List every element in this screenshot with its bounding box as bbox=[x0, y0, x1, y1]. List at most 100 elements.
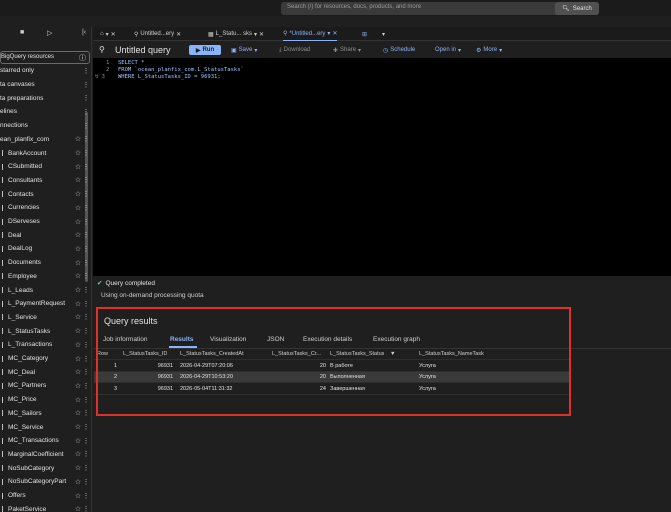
download-button[interactable]: ⤓ Download bbox=[279, 45, 310, 55]
home-tab[interactable]: ⌂ ▾ ✕ bbox=[100, 27, 116, 41]
star-icon[interactable]: ☆ bbox=[74, 478, 82, 486]
sidebar-item[interactable]: L_PaymentRequest ☆ ⋮ bbox=[0, 297, 90, 311]
sidebar-item[interactable]: MC_Category ☆ ⋮ bbox=[0, 352, 90, 366]
star-icon[interactable]: ☆ bbox=[74, 492, 82, 500]
sidebar-item[interactable]: Consultants ☆ ⋮ bbox=[0, 174, 90, 188]
star-icon[interactable]: ☆ bbox=[74, 300, 82, 308]
run-button[interactable]: ▶ Run bbox=[189, 45, 221, 55]
star-icon[interactable]: ☆ bbox=[74, 327, 82, 335]
more-vert-icon[interactable]: ⋮ bbox=[82, 409, 90, 417]
star-icon[interactable]: ☆ bbox=[74, 450, 82, 458]
more-vert-icon[interactable]: ⋮ bbox=[82, 122, 90, 130]
search-button[interactable]: 🔍︎ Search bbox=[555, 2, 599, 15]
more-vert-icon[interactable]: ⋮ bbox=[82, 81, 90, 89]
sidebar-item[interactable]: MC_Service ☆ ⋮ bbox=[0, 420, 90, 434]
sidebar-item[interactable]: Contacts ☆ ⋮ bbox=[0, 187, 90, 201]
tab-untitled-active[interactable]: ⚲ *Untitled...ery ▾ ✕ bbox=[283, 27, 338, 41]
search-box[interactable]: Search (/) for resources, docs, products… bbox=[281, 2, 599, 15]
folder-icon[interactable]: ■ bbox=[20, 29, 24, 36]
more-vert-icon[interactable]: ⋮ bbox=[82, 149, 90, 157]
star-icon[interactable]: ☆ bbox=[74, 135, 82, 143]
sidebar-item[interactable]: BankAccount ☆ ⋮ bbox=[0, 146, 90, 160]
sidebar-item[interactable]: MC_Deal ☆ ⋮ bbox=[0, 365, 90, 379]
star-icon[interactable]: ☆ bbox=[74, 313, 82, 321]
star-icon[interactable]: ☆ bbox=[74, 396, 82, 404]
sidebar-item[interactable]: MC_Sailors ☆ ⋮ bbox=[0, 407, 90, 421]
star-icon[interactable]: ☆ bbox=[74, 286, 82, 294]
close-icon[interactable]: ✕ bbox=[332, 30, 337, 37]
sidebar-item[interactable]: NoSubCategoryPart ☆ ⋮ bbox=[0, 475, 90, 489]
tabs-menu-button[interactable]: ▾ bbox=[382, 27, 385, 41]
play-icon[interactable]: ▷ bbox=[47, 29, 52, 37]
sql-editor[interactable]: 1 2 ↯ 3 SELECT * FROM `ocean_planfix_com… bbox=[93, 58, 671, 276]
star-icon[interactable]: ☆ bbox=[74, 505, 82, 512]
new-tab-button[interactable]: ⊞ bbox=[362, 27, 367, 41]
star-icon[interactable]: ☆ bbox=[74, 382, 82, 390]
tab-l-statustasks[interactable]: ▦ L_Statu... sks ▾ ✕ bbox=[208, 27, 264, 41]
sidebar-item[interactable]: Deal ☆ ⋮ bbox=[0, 228, 90, 242]
more-vert-icon[interactable]: ⋮ bbox=[82, 478, 90, 486]
sidebar-item[interactable]: Currencies ☆ ⋮ bbox=[0, 201, 90, 215]
more-vert-icon[interactable]: ⋮ bbox=[82, 286, 90, 294]
sidebar-item[interactable]: ean_planfix_com ☆ ⋮ bbox=[0, 133, 90, 147]
sidebar-item[interactable]: L_Service ☆ ⋮ bbox=[0, 311, 90, 325]
more-vert-icon[interactable]: ⋮ bbox=[82, 272, 90, 280]
open-in-button[interactable]: Open in ▾ bbox=[435, 45, 461, 55]
query-title[interactable]: Untitled query bbox=[115, 45, 171, 55]
sidebar-item[interactable]: Documents ☆ ⋮ bbox=[0, 256, 90, 270]
more-vert-icon[interactable]: ⋮ bbox=[82, 135, 90, 143]
schedule-button[interactable]: ◷ Schedule bbox=[383, 45, 415, 55]
more-vert-icon[interactable]: ⋮ bbox=[82, 218, 90, 226]
star-icon[interactable]: ☆ bbox=[74, 437, 82, 445]
sidebar-item[interactable]: Offers ☆ ⋮ bbox=[0, 489, 90, 503]
close-icon[interactable]: ✕ bbox=[111, 31, 116, 38]
more-vert-icon[interactable]: ⋮ bbox=[82, 450, 90, 458]
more-vert-icon[interactable]: ⋮ bbox=[82, 505, 90, 512]
more-vert-icon[interactable]: ⋮ bbox=[82, 245, 90, 253]
more-vert-icon[interactable]: ⋮ bbox=[82, 163, 90, 171]
share-button[interactable]: ✚ Share ▾ bbox=[333, 45, 361, 55]
sidebar-item[interactable]: elines ⋮ bbox=[0, 105, 90, 119]
more-vert-icon[interactable]: ⋮ bbox=[82, 176, 90, 184]
more-vert-icon[interactable]: ⋮ bbox=[82, 355, 90, 363]
sidebar-item[interactable]: Employee ☆ ⋮ bbox=[0, 270, 90, 284]
more-vert-icon[interactable]: ⋮ bbox=[82, 108, 90, 116]
sidebar-item[interactable]: L_StatusTasks ☆ ⋮ bbox=[0, 324, 90, 338]
more-vert-icon[interactable]: ⋮ bbox=[82, 464, 90, 472]
sidebar-item[interactable]: MarginalCoefficient ☆ ⋮ bbox=[0, 448, 90, 462]
star-icon[interactable]: ☆ bbox=[74, 245, 82, 253]
more-button[interactable]: ⚙ More ▾ bbox=[476, 45, 502, 55]
more-vert-icon[interactable]: ⋮ bbox=[82, 231, 90, 239]
star-icon[interactable]: ☆ bbox=[74, 259, 82, 267]
star-icon[interactable]: ☆ bbox=[74, 409, 82, 417]
star-icon[interactable]: ☆ bbox=[74, 218, 82, 226]
sidebar-item[interactable]: MC_Transactions ☆ ⋮ bbox=[0, 434, 90, 448]
more-vert-icon[interactable]: ⋮ bbox=[82, 492, 90, 500]
more-vert-icon[interactable]: ⋮ bbox=[82, 300, 90, 308]
sidebar-item[interactable]: ta preparations ⋮ bbox=[0, 91, 90, 105]
more-vert-icon[interactable]: ⋮ bbox=[82, 313, 90, 321]
more-vert-icon[interactable]: ⋮ bbox=[82, 396, 90, 404]
sidebar-item[interactable]: MC_Partners ☆ ⋮ bbox=[0, 379, 90, 393]
star-icon[interactable]: ☆ bbox=[74, 355, 82, 363]
sidebar-item[interactable]: NoSubCategory ☆ ⋮ bbox=[0, 461, 90, 475]
star-icon[interactable]: ☆ bbox=[74, 163, 82, 171]
more-vert-icon[interactable]: ⋮ bbox=[82, 341, 90, 349]
sidebar-item[interactable]: L_Leads ☆ ⋮ bbox=[0, 283, 90, 297]
star-icon[interactable]: ☆ bbox=[74, 368, 82, 376]
sidebar-item[interactable]: PaketService ☆ ⋮ bbox=[0, 502, 90, 512]
sidebar-item[interactable]: MC_Price ☆ ⋮ bbox=[0, 393, 90, 407]
more-vert-icon[interactable]: ⋮ bbox=[82, 259, 90, 267]
more-vert-icon[interactable]: ⋮ bbox=[82, 368, 90, 376]
sidebar-item[interactable]: starred only ⋮ bbox=[0, 64, 90, 78]
more-vert-icon[interactable]: ⋮ bbox=[82, 204, 90, 212]
more-vert-icon[interactable]: ⋮ bbox=[82, 94, 90, 102]
star-icon[interactable]: ☆ bbox=[74, 464, 82, 472]
star-icon[interactable]: ☆ bbox=[74, 272, 82, 280]
sidebar-item[interactable]: DServeses ☆ ⋮ bbox=[0, 215, 90, 229]
star-icon[interactable]: ☆ bbox=[74, 190, 82, 198]
sidebar-item[interactable]: DealLog ☆ ⋮ bbox=[0, 242, 90, 256]
more-vert-icon[interactable]: ⋮ bbox=[82, 382, 90, 390]
star-icon[interactable]: ☆ bbox=[74, 423, 82, 431]
collapse-icon[interactable]: |‹ bbox=[82, 29, 86, 36]
